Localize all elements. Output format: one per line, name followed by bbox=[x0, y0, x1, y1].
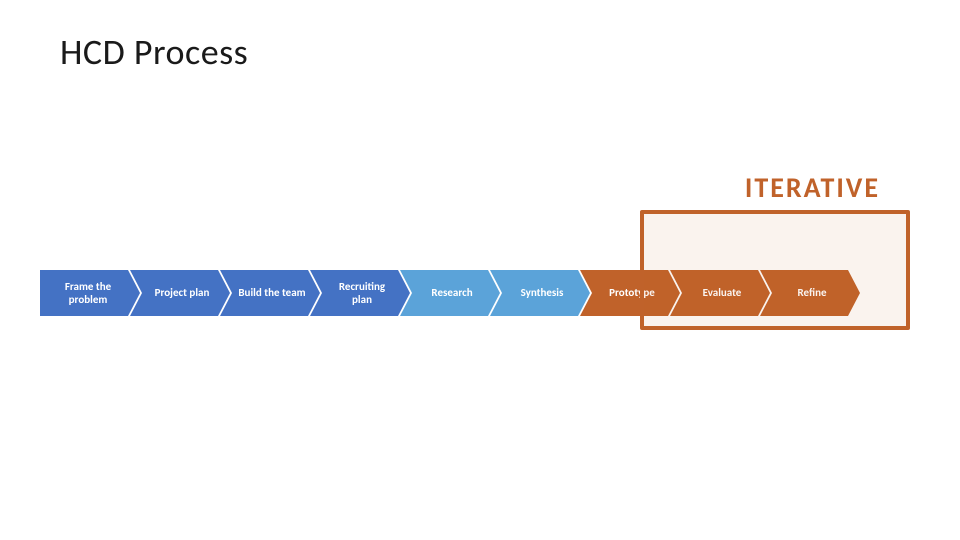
arrow-shape-project: Project plan bbox=[130, 270, 230, 316]
arrow-project: Project plan bbox=[130, 270, 230, 316]
arrow-shape-build: Build the team bbox=[220, 270, 320, 316]
iterative-label: ITERATIVE bbox=[745, 170, 880, 205]
arrow-shape-frame: Frame the problem bbox=[40, 270, 140, 316]
arrow-shape-recruiting: Recruiting plan bbox=[310, 270, 410, 316]
arrow-frame: Frame the problem bbox=[40, 270, 140, 316]
arrow-shape-synthesis: Synthesis bbox=[490, 270, 590, 316]
page-title: HCD Process bbox=[60, 30, 248, 74]
arrow-shape-research: Research bbox=[400, 270, 500, 316]
arrow-recruiting: Recruiting plan bbox=[310, 270, 410, 316]
iterative-box bbox=[640, 210, 910, 330]
arrow-build: Build the team bbox=[220, 270, 320, 316]
arrow-synthesis: Synthesis bbox=[490, 270, 590, 316]
arrow-research: Research bbox=[400, 270, 500, 316]
